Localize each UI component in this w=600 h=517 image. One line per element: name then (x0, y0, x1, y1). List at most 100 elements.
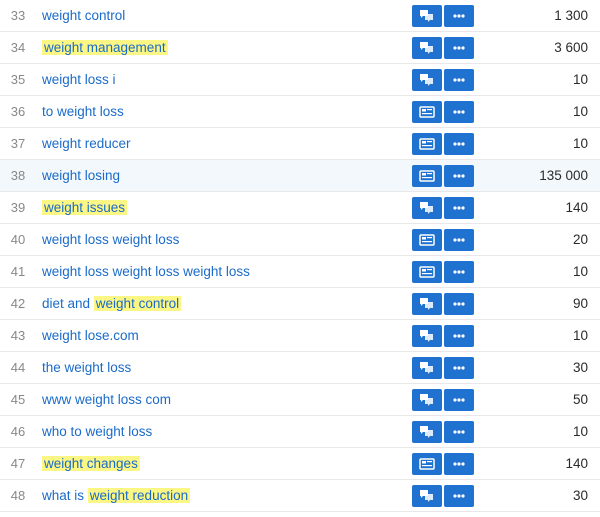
row-number: 37 (0, 136, 36, 151)
table-row: 42diet and weight control90 (0, 288, 600, 320)
row-number: 47 (0, 456, 36, 471)
keyword-link[interactable]: who to weight loss (42, 424, 152, 439)
table-row: 36to weight loss10 (0, 96, 600, 128)
row-actions (410, 133, 482, 155)
chat-icon[interactable] (412, 69, 442, 91)
keyword-link[interactable]: weight issues (42, 200, 127, 215)
table-row: 45www weight loss com50 (0, 384, 600, 416)
keyword-cell: what is weight reduction (36, 488, 410, 503)
row-actions (410, 421, 482, 443)
search-volume: 1 300 (482, 8, 600, 23)
highlight: weight changes (42, 456, 140, 471)
keyword-link[interactable]: weight loss weight loss weight loss (42, 264, 250, 279)
table-row: 34 weight management 3 600 (0, 32, 600, 64)
search-volume: 3 600 (482, 40, 600, 55)
keyword-cell: weight issues (36, 200, 410, 215)
search-volume: 10 (482, 136, 600, 151)
more-icon[interactable] (444, 133, 474, 155)
chat-icon[interactable] (412, 485, 442, 507)
ad-icon[interactable] (412, 165, 442, 187)
search-volume: 30 (482, 360, 600, 375)
search-volume: 140 (482, 200, 600, 215)
keyword-cell: weight control (36, 8, 410, 23)
keyword-link[interactable]: weight reducer (42, 136, 131, 151)
more-icon[interactable] (444, 293, 474, 315)
keyword-cell: weight loss weight loss weight loss (36, 264, 410, 279)
keyword-cell: weight reducer (36, 136, 410, 151)
keyword-cell: diet and weight control (36, 296, 410, 311)
keyword-link[interactable]: www weight loss com (42, 392, 171, 407)
more-icon[interactable] (444, 37, 474, 59)
row-actions (410, 357, 482, 379)
search-volume: 10 (482, 72, 600, 87)
keyword-link[interactable]: diet and weight control (42, 296, 181, 311)
row-number: 42 (0, 296, 36, 311)
keyword-link[interactable]: weight management (42, 40, 168, 55)
highlight: weight management (42, 40, 168, 55)
keyword-link[interactable]: weight lose.com (42, 328, 139, 343)
chat-icon[interactable] (412, 5, 442, 27)
keyword-link[interactable]: to weight loss (42, 104, 124, 119)
row-actions (410, 485, 482, 507)
table-row: 47weight changes140 (0, 448, 600, 480)
keyword-link[interactable]: weight losing (42, 168, 120, 183)
keyword-cell: weight losing (36, 168, 410, 183)
table-row: 41weight loss weight loss weight loss10 (0, 256, 600, 288)
row-number: 38 (0, 168, 36, 183)
more-icon[interactable] (444, 197, 474, 219)
keyword-link[interactable]: the weight loss (42, 360, 131, 375)
row-actions (410, 261, 482, 283)
highlight: weight control (94, 296, 181, 311)
chat-icon[interactable] (412, 325, 442, 347)
ad-icon[interactable] (412, 133, 442, 155)
chat-icon[interactable] (412, 37, 442, 59)
chat-icon[interactable] (412, 357, 442, 379)
more-icon[interactable] (444, 5, 474, 27)
more-icon[interactable] (444, 485, 474, 507)
table-row: 40weight loss weight loss20 (0, 224, 600, 256)
ad-icon[interactable] (412, 453, 442, 475)
row-number: 46 (0, 424, 36, 439)
keyword-cell: weight changes (36, 456, 410, 471)
more-icon[interactable] (444, 229, 474, 251)
more-icon[interactable] (444, 165, 474, 187)
chat-icon[interactable] (412, 293, 442, 315)
more-icon[interactable] (444, 261, 474, 283)
row-number: 41 (0, 264, 36, 279)
more-icon[interactable] (444, 101, 474, 123)
row-actions (410, 37, 482, 59)
row-number: 34 (0, 40, 36, 55)
search-volume: 20 (482, 232, 600, 247)
more-icon[interactable] (444, 453, 474, 475)
ad-icon[interactable] (412, 229, 442, 251)
more-icon[interactable] (444, 357, 474, 379)
more-icon[interactable] (444, 421, 474, 443)
keyword-link[interactable]: weight control (42, 8, 125, 23)
keyword-cell: www weight loss com (36, 392, 410, 407)
table-row: 35weight loss i10 (0, 64, 600, 96)
row-actions (410, 453, 482, 475)
chat-icon[interactable] (412, 421, 442, 443)
search-volume: 135 000 (482, 168, 600, 183)
row-number: 48 (0, 488, 36, 503)
keyword-table: 33weight control1 30034weight management… (0, 0, 600, 512)
chat-icon[interactable] (412, 389, 442, 411)
more-icon[interactable] (444, 325, 474, 347)
ad-icon[interactable] (412, 101, 442, 123)
keyword-link[interactable]: weight changes (42, 456, 140, 471)
row-number: 44 (0, 360, 36, 375)
more-icon[interactable] (444, 69, 474, 91)
keyword-link[interactable]: weight loss weight loss (42, 232, 179, 247)
ad-icon[interactable] (412, 261, 442, 283)
row-number: 45 (0, 392, 36, 407)
highlight: weight reduction (88, 488, 190, 503)
row-actions (410, 293, 482, 315)
keyword-link[interactable]: what is weight reduction (42, 488, 190, 503)
keyword-cell: weight lose.com (36, 328, 410, 343)
row-number: 39 (0, 200, 36, 215)
keyword-link[interactable]: weight loss i (42, 72, 116, 87)
chat-icon[interactable] (412, 197, 442, 219)
table-row: 44 the weight loss 30 (0, 352, 600, 384)
row-actions (410, 197, 482, 219)
more-icon[interactable] (444, 389, 474, 411)
